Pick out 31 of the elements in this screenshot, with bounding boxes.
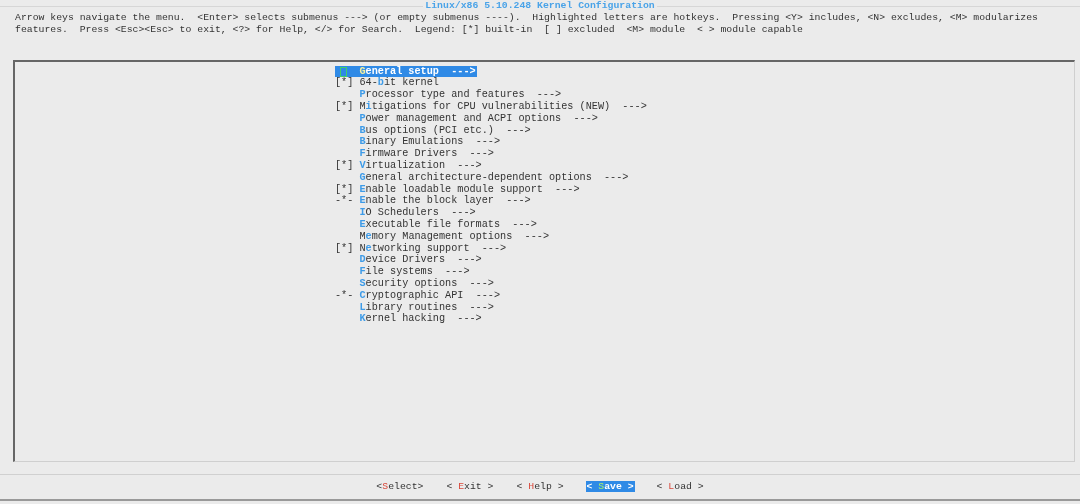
menu-item[interactable]: General architecture-dependent options ---> — [335, 171, 630, 184]
menu-item[interactable]: Library routines ---> — [335, 301, 495, 314]
menu-item[interactable]: Security options ---> — [335, 277, 495, 290]
menu-item[interactable]: Executable file formats ---> — [335, 218, 538, 231]
menu-item[interactable]: Bus options (PCI etc.) ---> — [335, 124, 532, 137]
help-text: Arrow keys navigate the menu. <Enter> selects submenus ---> (or empty submenus ----). Highlighted letters are hotkeys. Pressing <Y> includes, <N> excludes, <M> modularizes — [15, 12, 1038, 23]
dialog-button[interactable]: < Save > — [585, 480, 635, 493]
menu-item[interactable]: Binary Emulations ---> — [335, 136, 502, 149]
menu-item[interactable]: Memory Management options ---> — [335, 230, 550, 243]
menu-item[interactable]: General setup ---> — [335, 65, 477, 78]
menu-item[interactable]: Power management and ACPI options ---> — [335, 112, 599, 125]
dialog-button[interactable]: < Exit > — [445, 480, 495, 493]
menu-item[interactable]: [*] Mitigations for CPU vulnerabilities (NEW) ---> — [335, 101, 648, 113]
menu-item[interactable]: [*] Virtualization ---> — [335, 159, 483, 172]
cursor-icon — [340, 66, 347, 77]
help-text: features. Press <Esc><Esc> to exit, <?> for Help, </> for Search. Legend: [*] built-in [ ] excluded <M> module < > module capable — [15, 23, 803, 35]
dialog-button[interactable]: < Help > — [515, 480, 565, 493]
menu-item[interactable]: -*- Enable the block layer ---> — [335, 195, 532, 208]
menu-item[interactable]: Device Drivers ---> — [335, 254, 483, 267]
menu-item[interactable]: File systems ---> — [335, 266, 471, 278]
window-title: Linux/x86 5.10.248 Kernel Configuration — [424, 0, 656, 12]
menu-item[interactable]: [*] 64-bit kernel — [335, 77, 440, 90]
menu-item[interactable]: Processor type and features ---> — [335, 89, 563, 101]
dialog-button[interactable]: < Load > — [655, 480, 705, 493]
dialog-button[interactable]: <Select> — [375, 480, 425, 493]
menu-item[interactable]: IO Schedulers ---> — [335, 207, 477, 219]
menu-item[interactable]: Firmware Drivers ---> — [335, 148, 495, 160]
menu-item[interactable]: -*- Cryptographic API ---> — [335, 289, 502, 302]
menu-item[interactable]: [*] Networking support ---> — [335, 242, 508, 255]
menu-item[interactable]: [*] Enable loadable module support ---> — [335, 183, 581, 196]
menu-item[interactable]: Kernel hacking ---> — [335, 313, 483, 326]
